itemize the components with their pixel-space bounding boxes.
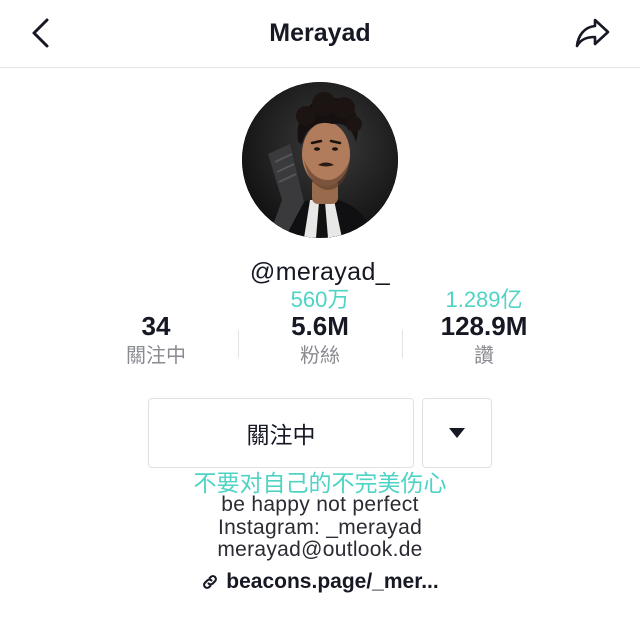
stat-following[interactable]: 34 關注中 xyxy=(74,287,238,371)
avatar[interactable] xyxy=(242,82,398,238)
bio-line: Instagram: _merayad xyxy=(217,515,423,539)
avatar-photo xyxy=(242,82,398,238)
stat-likes[interactable]: 1.289亿 128.9M 讚 xyxy=(402,287,566,371)
bio-line: merayad@outlook.de xyxy=(217,538,423,561)
chevron-left-icon xyxy=(32,18,49,48)
following-button[interactable]: 關注中 xyxy=(148,398,414,468)
followers-count: 5.6M xyxy=(291,311,349,341)
header-divider xyxy=(0,67,640,68)
bio-link-text: beacons.page/_mer... xyxy=(226,570,439,593)
stat-followers[interactable]: 560万 5.6M 粉絲 xyxy=(238,287,402,371)
link-icon xyxy=(201,573,219,591)
following-label: 關注中 xyxy=(126,345,186,367)
likes-label: 讚 xyxy=(474,345,494,367)
suggested-accounts-dropdown-button[interactable] xyxy=(422,398,492,468)
page-title: Merayad xyxy=(269,19,371,47)
bio: be happy not perfect Instagram: _merayad… xyxy=(60,493,580,562)
bio-line: be happy not perfect xyxy=(221,493,419,516)
username: @merayad_ xyxy=(249,258,391,286)
profile-screen: Merayad @merayad_ 34 關注中 560万 5.6M 粉絲 1.… xyxy=(0,0,640,639)
share-button[interactable] xyxy=(568,9,616,57)
following-count: 34 xyxy=(141,311,171,341)
likes-annotation: 1.289亿 xyxy=(445,287,523,312)
followers-label: 粉絲 xyxy=(300,345,340,367)
following-button-label: 關注中 xyxy=(246,422,316,448)
triangle-down-icon xyxy=(449,428,465,438)
likes-count: 128.9M xyxy=(440,311,528,341)
followers-annotation: 560万 xyxy=(290,287,350,312)
bio-link[interactable]: beacons.page/_mer... xyxy=(120,569,520,595)
back-button[interactable] xyxy=(20,9,60,57)
share-arrow-icon xyxy=(575,18,610,48)
